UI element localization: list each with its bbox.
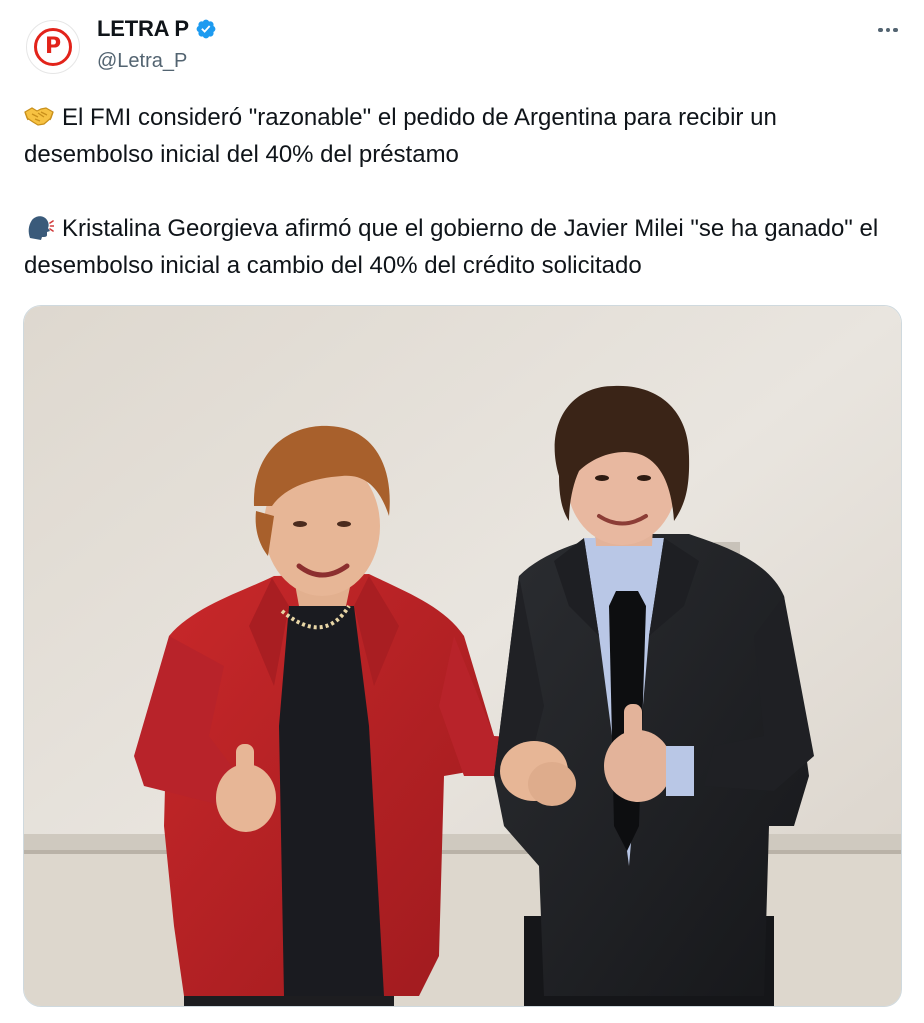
tweet-text: El FMI consideró "razonable" el pedido d… xyxy=(24,99,904,284)
more-options-icon-dot xyxy=(893,27,898,33)
speaking-head-emoji xyxy=(28,216,54,240)
more-options-icon-dot xyxy=(885,27,891,33)
author-display-name[interactable]: LETRA P xyxy=(97,16,189,42)
photo-illustration xyxy=(24,306,901,1006)
tweet[interactable]: P LETRA P @Letra_P El FMI consideró "raz… xyxy=(0,0,924,1023)
author-name-row: LETRA P xyxy=(97,16,217,42)
avatar-letter: P xyxy=(44,34,62,59)
letra-p-logo: P xyxy=(34,28,72,66)
tweet-paragraph-text: El FMI consideró "razonable" el pedido d… xyxy=(24,104,777,168)
author-avatar[interactable]: P xyxy=(26,20,80,74)
more-options-button[interactable] xyxy=(874,18,902,42)
more-options-icon xyxy=(878,27,883,33)
verified-badge-icon xyxy=(196,19,216,39)
tweet-paragraph-text: Kristalina Georgieva afirmó que el gobie… xyxy=(24,215,879,279)
handshake-emoji xyxy=(24,107,54,126)
author-handle[interactable]: @Letra_P xyxy=(97,50,187,73)
tweet-paragraph: Kristalina Georgieva afirmó que el gobie… xyxy=(24,210,904,284)
tweet-photo[interactable] xyxy=(23,305,902,1007)
tweet-paragraph: El FMI consideró "razonable" el pedido d… xyxy=(24,99,904,173)
